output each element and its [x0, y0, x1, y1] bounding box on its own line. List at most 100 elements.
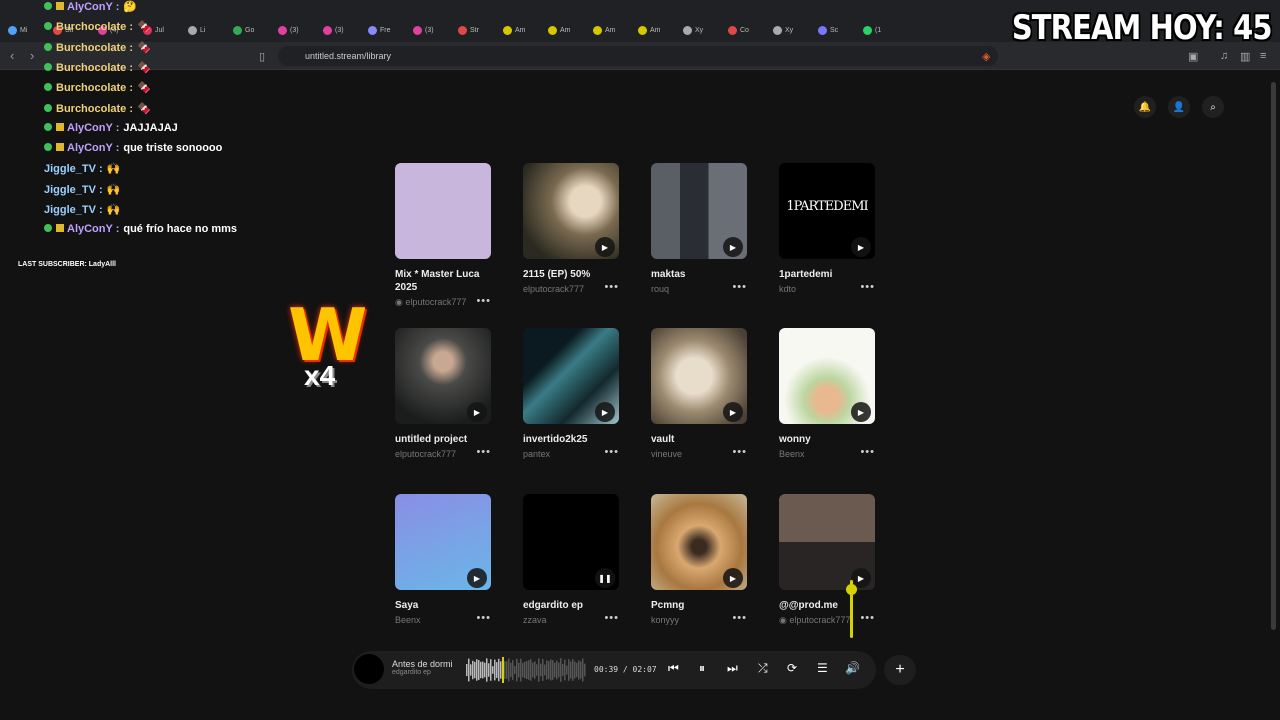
player-cover[interactable]	[354, 654, 384, 684]
card-cover[interactable]: ▶	[651, 494, 747, 590]
more-options-icon[interactable]: •••	[732, 446, 747, 458]
card-artist[interactable]: elputocrack777	[405, 297, 466, 307]
card-cover[interactable]: ▶	[395, 328, 491, 424]
library-card[interactable]: ▶ Pcmng konyyy •••	[651, 494, 761, 625]
play-icon[interactable]: ▶	[723, 402, 743, 422]
card-cover[interactable]	[395, 163, 491, 259]
library-card[interactable]: ▶ @@prod.me ◉ elputocrack777 •••	[779, 494, 889, 626]
more-options-icon[interactable]: •••	[604, 281, 619, 293]
volume-slider-handle[interactable]	[846, 583, 857, 595]
browser-tab[interactable]: Am	[593, 22, 616, 38]
library-card[interactable]: ❚❚ edgardito ep zzava •••	[523, 494, 633, 625]
play-icon[interactable]: ▶	[851, 402, 871, 422]
library-card[interactable]: Mix * Master Luca 2025 ◉ elputocrack777 ••…	[395, 163, 505, 308]
card-artist[interactable]: rouq	[651, 284, 669, 294]
card-title[interactable]: untitled project	[395, 433, 485, 446]
next-icon[interactable]: ⏭	[727, 661, 738, 676]
more-options-icon[interactable]: •••	[476, 612, 491, 624]
brave-shield-icon[interactable]: ◈	[982, 50, 990, 63]
browser-tab[interactable]: Xy	[773, 22, 793, 38]
more-options-icon[interactable]: •••	[604, 612, 619, 624]
more-options-icon[interactable]: •••	[732, 612, 747, 624]
forward-icon[interactable]: ›	[30, 48, 34, 63]
more-options-icon[interactable]: •••	[476, 295, 491, 307]
card-cover[interactable]: ▶	[779, 494, 875, 590]
card-title[interactable]: invertido2k25	[523, 433, 613, 446]
browser-tab[interactable]: Co	[728, 22, 749, 38]
more-options-icon[interactable]: •••	[860, 281, 875, 293]
more-options-icon[interactable]: •••	[604, 446, 619, 458]
card-cover[interactable]: ❚❚	[523, 494, 619, 590]
card-title[interactable]: 1partedemi	[779, 268, 869, 281]
library-card[interactable]: ▶ untitled project elputocrack777 •••	[395, 328, 505, 459]
browser-tab[interactable]: (3)	[413, 22, 434, 38]
card-artist[interactable]: kdto	[779, 284, 796, 294]
card-cover[interactable]: ▶	[651, 328, 747, 424]
library-card[interactable]: ▶ invertido2k25 pantex •••	[523, 328, 633, 459]
card-title[interactable]: Pcmng	[651, 599, 741, 612]
play-icon[interactable]: ▶	[595, 237, 615, 257]
card-cover[interactable]: ▶	[523, 328, 619, 424]
more-options-icon[interactable]: •••	[476, 446, 491, 458]
card-artist[interactable]: elputocrack777	[789, 615, 850, 625]
card-artist[interactable]: konyyy	[651, 615, 679, 625]
browser-tab[interactable]: Li	[188, 22, 205, 38]
browser-tab[interactable]: (3)	[323, 22, 344, 38]
add-button[interactable]: +	[884, 655, 916, 685]
play-icon[interactable]: ▶	[851, 237, 871, 257]
more-options-icon[interactable]: •••	[860, 612, 875, 624]
browser-tab[interactable]: Mi	[8, 22, 27, 38]
play-icon[interactable]: ▶	[467, 402, 487, 422]
browser-tab[interactable]: Sc	[818, 22, 838, 38]
bookmark-icon[interactable]: ▯	[259, 50, 265, 63]
browser-tab[interactable]: Am	[548, 22, 571, 38]
card-artist[interactable]: elputocrack777	[395, 449, 456, 459]
card-artist[interactable]: Beenx	[395, 615, 421, 625]
back-icon[interactable]: ‹	[10, 48, 14, 63]
browser-tab[interactable]: Fre	[368, 22, 391, 38]
card-cover[interactable]: ▶	[523, 163, 619, 259]
pause-icon[interactable]: ⏸	[699, 661, 705, 676]
browser-tab[interactable]: Str	[458, 22, 479, 38]
card-title[interactable]: vault	[651, 433, 741, 446]
library-card[interactable]: ▶ wonny Beenx •••	[779, 328, 889, 459]
library-card[interactable]: ▶ Saya Beenx •••	[395, 494, 505, 625]
volume-icon[interactable]: 🔊	[845, 661, 860, 675]
card-cover[interactable]: ▶	[651, 163, 747, 259]
repeat-icon[interactable]: ⟳	[787, 661, 797, 675]
panel-icon[interactable]: ▥	[1240, 50, 1250, 63]
play-icon[interactable]: ▶	[723, 568, 743, 588]
card-title[interactable]: edgardito ep	[523, 599, 613, 612]
card-cover[interactable]: 1PARTEDEMI ▶	[779, 163, 875, 259]
card-artist[interactable]: elputocrack777	[523, 284, 584, 294]
pause-icon[interactable]: ❚❚	[595, 568, 615, 588]
card-artist[interactable]: zzava	[523, 615, 547, 625]
card-title[interactable]: 2115 (EP) 50%	[523, 268, 613, 281]
card-title[interactable]: Saya	[395, 599, 485, 612]
browser-tab[interactable]: (3)	[278, 22, 299, 38]
shuffle-icon[interactable]: ⤮	[758, 661, 768, 676]
card-artist[interactable]: Beenx	[779, 449, 805, 459]
card-title[interactable]: maktas	[651, 268, 741, 281]
browser-tab[interactable]: Xy	[683, 22, 703, 38]
more-options-icon[interactable]: •••	[732, 281, 747, 293]
card-title[interactable]: @@prod.me	[779, 599, 869, 612]
url-bar[interactable]: untitled.stream/library	[278, 46, 998, 66]
play-icon[interactable]: ▶	[595, 402, 615, 422]
card-title[interactable]: wonny	[779, 433, 869, 446]
play-icon[interactable]: ▶	[467, 568, 487, 588]
library-card[interactable]: ▶ maktas rouq •••	[651, 163, 761, 294]
library-card[interactable]: 1PARTEDEMI ▶ 1partedemi kdto •••	[779, 163, 889, 294]
library-card[interactable]: ▶ vault vineuve •••	[651, 328, 761, 459]
card-artist[interactable]: pantex	[523, 449, 550, 459]
search-icon[interactable]: ⌕	[1202, 96, 1224, 118]
previous-icon[interactable]: ⏮	[668, 661, 679, 676]
browser-tab[interactable]: Go	[233, 22, 254, 38]
menu-icon[interactable]: ≡	[1260, 50, 1266, 62]
scrollbar[interactable]	[1271, 82, 1276, 630]
card-artist[interactable]: vineuve	[651, 449, 682, 459]
more-options-icon[interactable]: •••	[860, 446, 875, 458]
queue-icon[interactable]: ☰	[817, 661, 828, 675]
card-cover[interactable]: ▶	[395, 494, 491, 590]
card-title[interactable]: Mix * Master Luca 2025	[395, 268, 485, 294]
